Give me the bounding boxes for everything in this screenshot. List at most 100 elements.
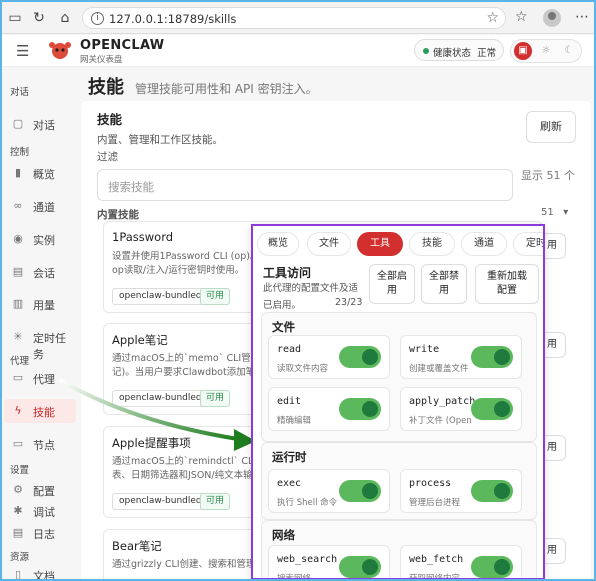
tools-access-desc-cont: 已启用。 <box>263 300 302 311</box>
tool-card-write: write 创建或覆盖文件 <box>400 335 522 379</box>
home-icon[interactable]: ⌂ <box>56 9 74 27</box>
tab-tools[interactable]: 工具 <box>357 232 403 256</box>
search-input[interactable]: 搜索技能 <box>97 169 513 201</box>
sidebar-section-agents: 代理 <box>10 356 30 367</box>
favorite-star-icon[interactable]: ☆ <box>486 10 499 26</box>
filter-label: 过滤 <box>97 151 118 163</box>
brand-subtitle: 网关仪表盘 <box>80 55 123 65</box>
builtin-count: 51 <box>541 207 554 218</box>
sidebar-item-cron[interactable]: ✳ 定时任务 <box>4 325 76 361</box>
tool-toggle[interactable] <box>471 398 513 420</box>
sidebar-item-usage[interactable]: ▥ 用量 <box>4 292 76 316</box>
sun-theme-icon[interactable]: ☼ <box>537 42 555 60</box>
skill-desc-text: 通过grizzly CLI创建、搜索和管理B <box>112 559 263 570</box>
link-icon: ∞ <box>13 199 23 212</box>
skill-source-tag: openclaw-bundled <box>112 288 209 305</box>
sidebar-item-logs[interactable]: ▤ 日志 <box>4 521 76 545</box>
tool-toggle[interactable] <box>339 398 381 420</box>
builtin-skills-label: 内置技能 <box>97 209 139 221</box>
moon-theme-icon[interactable]: ☾ <box>560 42 578 60</box>
address-bar[interactable]: i 127.0.0.1:18789/skills ☆ <box>82 7 506 29</box>
sidebar-item-docs[interactable]: ▯ 文档 <box>4 563 76 579</box>
sidebar-item-instances[interactable]: ◉ 实例 <box>4 227 76 251</box>
reload-config-button[interactable]: 重新加载 配置 <box>475 264 539 304</box>
sidebar-item-label: 用量 <box>33 299 55 312</box>
tool-name: apply_patch <box>409 396 476 407</box>
builtin-skills-toggle[interactable]: 51 ▾ <box>541 207 568 218</box>
gear-icon: ⚙ <box>13 483 23 496</box>
tool-toggle[interactable] <box>471 346 513 368</box>
log-icon: ▤ <box>12 526 24 539</box>
sidebar-item-label: 对话 <box>33 119 55 132</box>
sidebar-item-channels[interactable]: ∞ 通道 <box>4 194 76 218</box>
sidebar-item-label: 日志 <box>33 528 55 541</box>
skill-name: Apple笔记 <box>112 333 168 347</box>
tool-desc: 补丁文件 (Open <box>409 416 472 426</box>
skill-name: Bear笔记 <box>112 539 162 553</box>
skill-source-tag: openclaw-bundled <box>112 390 209 407</box>
skill-status-badge: 可用 <box>200 390 231 407</box>
brand-name: OPENCLAW <box>80 38 165 53</box>
sidebar-item-chat[interactable]: ▢ 对话 <box>4 112 76 136</box>
skill-name: Apple提醒事项 <box>112 436 191 450</box>
sidebar-item-nodes[interactable]: ▭ 节点 <box>4 432 76 456</box>
menu-toggle-icon[interactable]: ☰ <box>16 42 29 60</box>
tool-toggle[interactable] <box>339 480 381 502</box>
show-count: 显示 51 个 <box>521 169 575 182</box>
tool-card-read: read 读取文件内容 <box>268 335 390 379</box>
tool-group-network: 网络 web_search 搜索网络 web_fetch 获取网络内容 <box>261 520 537 580</box>
tool-desc: 搜索网络 <box>277 574 312 580</box>
tool-toggle[interactable] <box>339 346 381 368</box>
tools-access-desc: 此代理的配置文件及适 <box>263 283 359 294</box>
sidebar-item-debug[interactable]: ✱ 调试 <box>4 499 76 523</box>
tools-access-panel: 概览 文件 工具 技能 通道 定时 工具访问 此代理的配置文件及适 已启用。 2… <box>251 224 545 580</box>
sidebar-item-label: 调试 <box>33 506 55 519</box>
tool-desc: 精确编辑 <box>277 416 312 426</box>
tab-channels[interactable]: 通道 <box>461 232 507 256</box>
tab-skills[interactable]: 技能 <box>409 232 455 256</box>
tool-toggle[interactable] <box>339 556 381 578</box>
sidebar-item-label: 概览 <box>33 168 55 181</box>
tab-cron[interactable]: 定时 <box>513 232 543 256</box>
more-menu-icon[interactable]: ⋯ <box>575 9 589 25</box>
sidebar-item-skills[interactable]: ϟ 技能 <box>4 399 76 423</box>
bug-icon: ✱ <box>13 504 23 517</box>
tool-toggle[interactable] <box>471 556 513 578</box>
tool-group-title: 网络 <box>272 528 295 542</box>
sidebar-item-overview[interactable]: ▮ 概览 <box>4 161 76 185</box>
tool-name: read <box>277 344 302 355</box>
sidebar-item-agents[interactable]: ▭ 代理 <box>4 366 76 390</box>
search-placeholder: 搜索技能 <box>108 180 154 194</box>
sidebar-section-resources: 资源 <box>10 552 30 563</box>
sidebar-item-label: 节点 <box>33 439 55 452</box>
disable-all-button[interactable]: 全部禁 用 <box>421 264 467 304</box>
refresh-button[interactable]: 刷新 <box>526 111 576 143</box>
tool-desc: 执行 Shell 命令 <box>277 498 338 508</box>
sidebar-item-sessions[interactable]: ▤ 会话 <box>4 260 76 284</box>
tool-name: web_search <box>277 554 338 565</box>
tab-files[interactable]: 文件 <box>307 232 351 256</box>
tab-overview[interactable]: 概览 <box>257 232 299 256</box>
tool-desc: 创建或覆盖文件 <box>409 364 469 374</box>
reload-icon[interactable]: ↻ <box>30 9 48 27</box>
tool-desc: 获取网络内容 <box>409 574 461 580</box>
browser-sidebar-icon[interactable]: ▭ <box>6 9 24 27</box>
tool-group-title: 运行时 <box>272 450 307 464</box>
favorites-icon[interactable]: ☆ <box>515 9 528 25</box>
skill-desc-text: 通过macOS上的`memo` CLI管理Ap 记)。当用户要求Clawdbot… <box>112 353 273 378</box>
monitor-theme-icon[interactable]: ▣ <box>514 42 532 60</box>
tool-toggle[interactable] <box>471 480 513 502</box>
tool-card-apply-patch: apply_patch 补丁文件 (Open <box>400 387 522 431</box>
site-info-icon[interactable]: i <box>91 12 104 25</box>
tool-card-process: process 管理后台进程 <box>400 469 522 513</box>
chat-icon: ▢ <box>12 117 24 130</box>
url-text: 127.0.0.1:18789/skills <box>109 12 237 26</box>
tool-name: web_fetch <box>409 554 464 565</box>
profile-avatar[interactable] <box>543 9 561 27</box>
health-dot-icon <box>423 48 429 54</box>
sidebar-item-label: 通道 <box>33 201 55 214</box>
tools-enabled-count: 23/23 <box>335 297 363 308</box>
monitor-icon: ▭ <box>12 437 24 450</box>
bolt-icon: ϟ <box>14 404 22 417</box>
enable-all-button[interactable]: 全部启 用 <box>369 264 415 304</box>
